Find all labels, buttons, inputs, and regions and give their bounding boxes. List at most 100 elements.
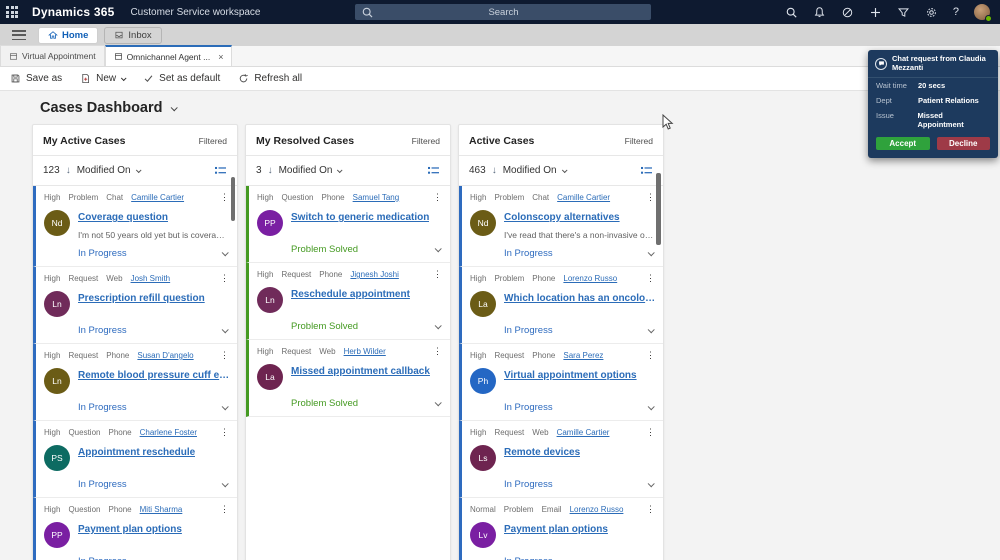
more-options-icon[interactable]: ⋮	[220, 192, 229, 203]
accept-button[interactable]: Accept	[876, 137, 930, 151]
tab-omnichannel-agent[interactable]: Omnichannel Agent ... ×	[104, 45, 233, 66]
case-card[interactable]: High Request Web Camille Cartier ⋮ Ls Re…	[459, 421, 663, 498]
expand-status-chevron-icon[interactable]	[647, 480, 655, 488]
expand-status-chevron-icon[interactable]	[647, 326, 655, 334]
case-title-link[interactable]: Payment plan options	[78, 524, 182, 535]
filter-funnel-icon[interactable]	[897, 6, 910, 19]
case-title-link[interactable]: Prescription refill question	[78, 293, 205, 304]
global-search-input[interactable]: Search	[355, 4, 651, 20]
case-contact-link[interactable]: Lorenzo Russo	[563, 274, 617, 283]
dashboard-selector-chevron-icon[interactable]	[170, 103, 178, 111]
case-contact-link[interactable]: Charlene Foster	[140, 428, 197, 437]
filtered-label[interactable]: Filtered	[199, 136, 227, 146]
case-card[interactable]: Normal Problem Email Lorenzo Russo ⋮ Lv …	[459, 498, 663, 560]
case-contact-link[interactable]: Lorenzo Russo	[570, 505, 624, 514]
case-title-link[interactable]: Switch to generic medication	[291, 212, 429, 223]
card-settings-icon[interactable]	[640, 165, 653, 176]
notifications-bell-icon[interactable]	[813, 6, 826, 19]
case-card[interactable]: High Request Phone Sara Perez ⋮ Ph Virtu…	[459, 344, 663, 421]
more-options-icon[interactable]: ⋮	[220, 504, 229, 515]
quick-create-plus-icon[interactable]	[869, 6, 882, 19]
decline-button[interactable]: Decline	[936, 137, 990, 151]
case-title-link[interactable]: Missed appointment callback	[291, 366, 430, 377]
sort-descending-icon[interactable]: ↓	[66, 165, 71, 176]
recent-activity-icon[interactable]	[841, 6, 854, 19]
case-title-link[interactable]: Remote devices	[504, 447, 580, 458]
nav-tab-inbox[interactable]: Inbox	[104, 26, 162, 44]
expand-status-chevron-icon[interactable]	[647, 249, 655, 257]
more-options-icon[interactable]: ⋮	[646, 504, 655, 515]
filtered-label[interactable]: Filtered	[625, 136, 653, 146]
case-contact-link[interactable]: Samuel Tang	[353, 193, 400, 202]
sort-descending-icon[interactable]: ↓	[492, 165, 497, 176]
scrollbar-thumb[interactable]	[231, 177, 235, 221]
case-card[interactable]: High Question Phone Miti Sharma ⋮ PP Pay…	[33, 498, 237, 560]
expand-status-chevron-icon[interactable]	[434, 245, 442, 253]
case-title-link[interactable]: Virtual appointment options	[504, 370, 637, 381]
more-options-icon[interactable]: ⋮	[433, 346, 442, 357]
case-card[interactable]: High Question Phone Samuel Tang ⋮ PP Swi…	[246, 186, 450, 263]
case-card[interactable]: High Request Phone Susan D'angelo ⋮ Ln R…	[33, 344, 237, 421]
case-title-link[interactable]: Reschedule appointment	[291, 289, 410, 300]
more-options-icon[interactable]: ⋮	[646, 273, 655, 284]
more-options-icon[interactable]: ⋮	[220, 427, 229, 438]
case-card[interactable]: High Request Web Herb Wilder ⋮ La Missed…	[246, 340, 450, 417]
more-options-icon[interactable]: ⋮	[646, 427, 655, 438]
help-icon[interactable]: ?	[953, 6, 959, 18]
case-title-link[interactable]: Appointment reschedule	[78, 447, 195, 458]
chevron-down-icon[interactable]	[121, 74, 127, 81]
close-tab-icon[interactable]: ×	[218, 52, 223, 62]
expand-status-chevron-icon[interactable]	[434, 399, 442, 407]
site-map-icon[interactable]	[12, 30, 26, 40]
case-card[interactable]: High Request Web Josh Smith ⋮ Ln Prescri…	[33, 267, 237, 344]
case-contact-link[interactable]: Camille Cartier	[557, 428, 610, 437]
sort-descending-icon[interactable]: ↓	[268, 165, 273, 176]
card-settings-icon[interactable]	[214, 165, 227, 176]
set-as-default-button[interactable]: Set as default	[143, 73, 220, 84]
card-settings-icon[interactable]	[427, 165, 440, 176]
more-options-icon[interactable]: ⋮	[433, 269, 442, 280]
sort-field-dropdown[interactable]: Modified On	[77, 165, 142, 176]
expand-status-chevron-icon[interactable]	[221, 326, 229, 334]
new-button[interactable]: New	[80, 73, 127, 84]
settings-gear-icon[interactable]	[925, 6, 938, 19]
nav-tab-home[interactable]: Home	[38, 26, 99, 44]
case-title-link[interactable]: Remote blood pressure cuff error	[78, 370, 233, 381]
case-card[interactable]: High Request Phone Jignesh Joshi ⋮ Ln Re…	[246, 263, 450, 340]
case-contact-link[interactable]: Josh Smith	[131, 274, 171, 283]
case-contact-link[interactable]: Sara Perez	[563, 351, 603, 360]
case-card[interactable]: High Problem Phone Lorenzo Russo ⋮ La Wh…	[459, 267, 663, 344]
waffle-menu-icon[interactable]	[0, 0, 24, 24]
case-title-link[interactable]: Colonscopy alternatives	[504, 212, 620, 223]
case-title-link[interactable]: Payment plan options	[504, 524, 608, 535]
search-icon[interactable]	[785, 6, 798, 19]
more-options-icon[interactable]: ⋮	[646, 192, 655, 203]
user-avatar[interactable]	[974, 4, 992, 22]
case-card[interactable]: High Problem Chat Camille Cartier ⋮ Nd C…	[459, 186, 663, 267]
case-contact-link[interactable]: Miti Sharma	[140, 505, 183, 514]
case-contact-link[interactable]: Camille Cartier	[557, 193, 610, 202]
save-as-button[interactable]: Save as	[10, 73, 62, 84]
refresh-all-button[interactable]: Refresh all	[238, 73, 302, 84]
case-title-link[interactable]: Coverage question	[78, 212, 168, 223]
case-title-link[interactable]: Which location has an oncology depar...	[504, 293, 659, 304]
more-options-icon[interactable]: ⋮	[646, 350, 655, 361]
expand-status-chevron-icon[interactable]	[221, 403, 229, 411]
expand-status-chevron-icon[interactable]	[647, 403, 655, 411]
case-card[interactable]: High Problem Chat Camille Cartier ⋮ Nd C…	[33, 186, 237, 267]
case-contact-link[interactable]: Susan D'angelo	[137, 351, 193, 360]
filtered-label[interactable]: Filtered	[412, 136, 440, 146]
expand-status-chevron-icon[interactable]	[221, 480, 229, 488]
expand-status-chevron-icon[interactable]	[221, 249, 229, 257]
more-options-icon[interactable]: ⋮	[433, 192, 442, 203]
expand-status-chevron-icon[interactable]	[434, 322, 442, 330]
case-contact-link[interactable]: Herb Wilder	[344, 347, 386, 356]
case-contact-link[interactable]: Camille Cartier	[131, 193, 184, 202]
more-options-icon[interactable]: ⋮	[220, 350, 229, 361]
more-options-icon[interactable]: ⋮	[220, 273, 229, 284]
case-contact-link[interactable]: Jignesh Joshi	[350, 270, 398, 279]
sort-field-dropdown[interactable]: Modified On	[503, 165, 568, 176]
tab-virtual-appointment[interactable]: Virtual Appointment	[0, 45, 105, 66]
sort-field-dropdown[interactable]: Modified On	[279, 165, 344, 176]
scrollbar-thumb[interactable]	[656, 173, 661, 245]
